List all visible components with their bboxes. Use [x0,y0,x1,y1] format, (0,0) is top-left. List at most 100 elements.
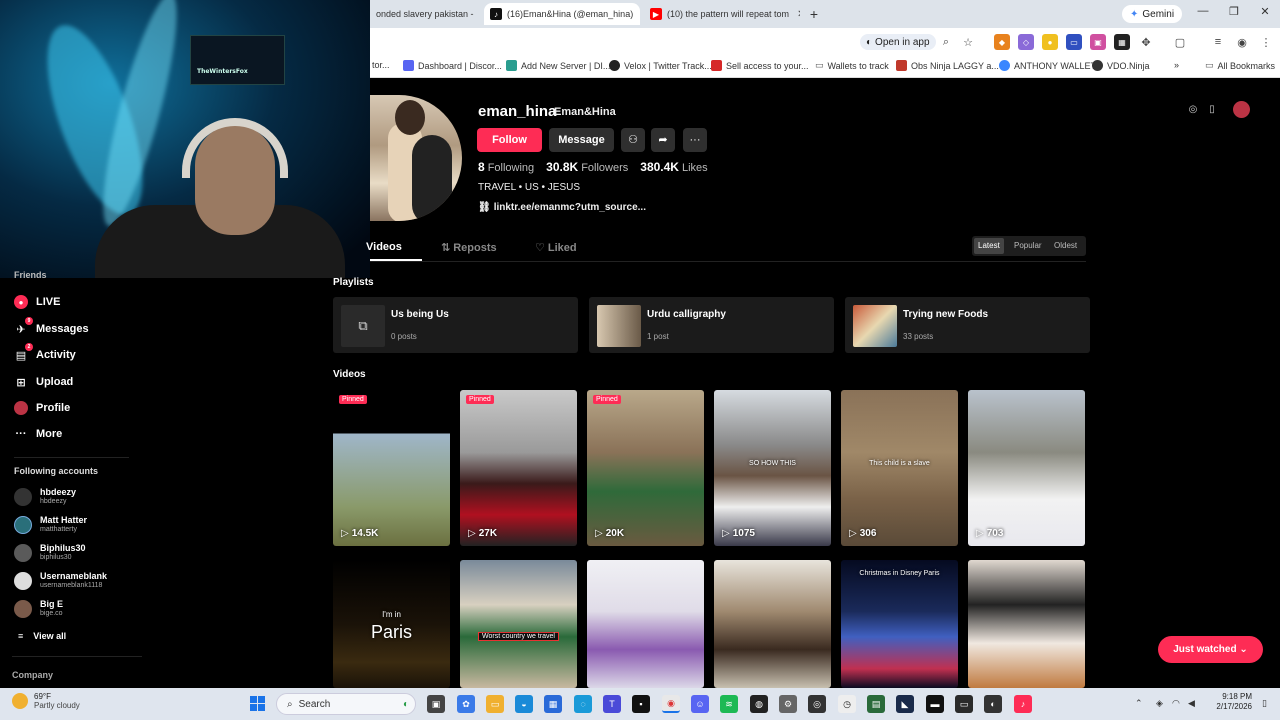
gemini-button[interactable]: ✦ Gemini [1122,5,1183,23]
video-card[interactable] [587,560,704,688]
extension-icon[interactable]: ▣ [1090,34,1106,50]
video-card[interactable] [714,560,831,688]
new-tab-button[interactable]: + [805,5,823,23]
extension-icon[interactable]: ◇ [1018,34,1034,50]
video-card[interactable]: Worst country we travel [460,560,577,688]
video-card[interactable]: Pinned ▷ 20K [587,390,704,546]
video-card[interactable]: SO HOW THIS ▷ 1075 [714,390,831,546]
following-account[interactable]: hbdeezy hbdeezy [14,487,76,506]
minimize-icon[interactable]: — [1195,5,1211,17]
playlist-card[interactable]: Trying new Foods 33 posts [845,297,1090,353]
profile-icon[interactable]: ◉ [1234,34,1250,50]
video-card[interactable] [968,560,1085,688]
sidebar-item-profile[interactable]: ◉ Profile [14,401,70,415]
following-account[interactable]: Big E bige.co [14,599,63,618]
app-icon[interactable]: ▤ [867,695,885,713]
notifications-icon[interactable]: ▯ [1262,698,1267,709]
sidebar-item-more[interactable]: ··· More [14,427,63,441]
app-icon[interactable]: ◣ [896,695,914,713]
app-icon[interactable]: ◍ [750,695,768,713]
obs-icon[interactable]: ◎ [808,695,826,713]
app-icon[interactable]: ◐ [984,695,1002,713]
zoom-icon[interactable]: ⌕ [938,34,954,50]
more-options-icon[interactable]: ··· [683,128,707,152]
browser-tab-active[interactable]: ♪ (16)Eman&Hina (@eman_hina) ✕ [484,3,640,25]
file-explorer-icon[interactable]: ▭ [486,695,504,713]
teams-icon[interactable]: T [603,695,621,713]
account-avatar[interactable] [1233,101,1250,118]
taskbar-search[interactable]: ⌕ Search ◐ [276,693,416,715]
weather-widget[interactable]: 69°F Partly cloudy [12,692,80,710]
bookmark-item[interactable]: Dashboard | Discor... [403,60,502,71]
terminal-icon[interactable]: ▬ [926,695,944,713]
tab-reposts[interactable]: ⇅ Reposts [441,241,497,255]
metamask-extension-icon[interactable]: ◆ [994,34,1010,50]
clock-app-icon[interactable]: ◷ [838,695,856,713]
settings-icon[interactable]: ⚙ [779,695,797,713]
close-window-icon[interactable]: ✕ [1257,5,1273,18]
video-card[interactable]: Pinned ▷ 27K [460,390,577,546]
extension-icon[interactable]: ▦ [1114,34,1130,50]
bookmark-item[interactable]: ANTHONY WALLET [999,60,1096,71]
sidebar-item-friends[interactable]: Friends [14,270,47,280]
volume-icon[interactable]: ◀ [1188,698,1195,709]
extensions-puzzle-icon[interactable]: ✥ [1138,34,1154,50]
sidebar-item-live[interactable]: ● LIVE [14,295,60,309]
tiktok-app-icon[interactable]: ♪ [1014,695,1032,713]
sidebar-item-activity[interactable]: ▤ 2 Activity [14,343,76,362]
terminal-icon[interactable]: ▭ [955,695,973,713]
discord-icon[interactable]: ☺ [691,695,709,713]
reading-list-icon[interactable]: ≡ [1210,34,1226,50]
close-tab-icon[interactable]: ✕ [789,9,800,20]
sidebar-item-messages[interactable]: ✈ 9 Messages [14,317,89,336]
store-icon[interactable]: ▦ [544,695,562,713]
bookmark-item[interactable]: Sell access to your... [711,60,809,71]
chrome-menu-icon[interactable]: ⋮ [1258,34,1274,50]
device-icon[interactable]: ▯ [1205,103,1219,117]
tab-search-icon[interactable]: ▢ [1172,34,1188,50]
sort-oldest[interactable]: Oldest [1050,238,1081,254]
browser-tab[interactable]: onded slavery pakistan - ✕ [370,3,478,25]
close-tab-icon[interactable]: ✕ [474,9,478,20]
profile-link[interactable]: ⛓ linktr.ee/emanmc?utm_source... [478,202,646,213]
following-account[interactable]: Biphilus30 biphilus30 [14,543,86,562]
follow-button[interactable]: Follow [477,128,542,152]
bookmark-item[interactable]: Obs Ninja LAGGY a... [896,60,999,71]
just-watched-button[interactable]: Just watched ⌄ [1158,636,1263,663]
following-account[interactable]: Matt Hatter matthatterty [14,515,87,534]
bookmark-item[interactable]: tor... [372,60,390,70]
browser-tab[interactable]: ▶ (10) the pattern will repeat tom ✕ [644,3,800,25]
extension-icon[interactable]: ▭ [1066,34,1082,50]
sidebar-item-upload[interactable]: ⊞ Upload [14,375,73,389]
more-bookmarks-icon[interactable]: » [1174,60,1179,70]
copilot-icon[interactable]: ✿ [457,695,475,713]
message-button[interactable]: Message [549,128,614,152]
followers-stat[interactable]: 30.8K Followers [546,160,628,174]
all-bookmarks-button[interactable]: ▭ All Bookmarks [1205,60,1275,71]
spotify-icon[interactable]: ≋ [720,695,738,713]
video-card[interactable]: This child is a slave ▷ 306 [841,390,958,546]
task-view-icon[interactable]: ▣ [427,695,445,713]
sort-popular[interactable]: Popular [1010,238,1046,254]
show-hidden-icons[interactable]: ⌃ [1135,698,1143,709]
share-icon[interactable]: ➦ [651,128,675,152]
company-link[interactable]: Company [12,670,53,680]
bookmark-item[interactable]: Velox | Twitter Track... [609,60,712,71]
app-icon[interactable]: ▪ [632,695,650,713]
bookmark-item[interactable]: Add New Server | DI... [506,60,610,71]
app-icon[interactable]: ◌ [574,695,592,713]
windows-start-icon[interactable] [250,696,265,711]
tab-liked[interactable]: ♡ Liked [535,241,577,255]
bookmark-item[interactable]: VDO.Ninja [1092,60,1150,71]
following-account[interactable]: Usernameblank usernameblank1118 [14,571,107,590]
coins-icon[interactable]: ◎ [1186,103,1200,117]
sort-latest[interactable]: Latest [974,238,1004,254]
suggested-accounts-icon[interactable]: ⚇ [621,128,645,152]
tab-videos[interactable]: Videos [366,241,402,253]
bookmark-star-icon[interactable]: ☆ [960,34,976,50]
playlist-card[interactable]: Urdu calligraphy 1 post [589,297,834,353]
open-in-app-button[interactable]: ◐ Open in app [860,34,936,50]
view-all-button[interactable]: ≡ View all [18,631,66,641]
close-tab-icon[interactable]: ✕ [633,9,640,20]
bookmark-item[interactable]: ▭ Wallets to track [815,60,889,71]
